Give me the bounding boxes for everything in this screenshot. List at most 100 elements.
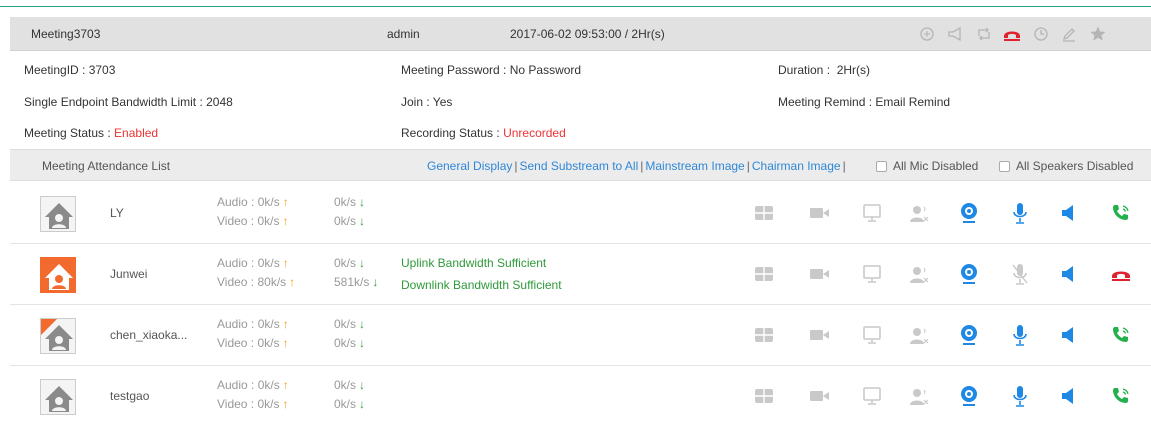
layout-icon[interactable] [751, 261, 777, 287]
zoom-icon[interactable] [916, 23, 938, 45]
info-row-2: Single Endpoint Bandwidth Limit : 2048 J… [10, 86, 1151, 118]
screen-icon[interactable] [859, 383, 885, 409]
join-status: Join : Yes [401, 95, 453, 109]
video-up: Video : 0k/s ↑ [217, 214, 289, 228]
speaker-user-icon[interactable] [906, 261, 932, 287]
avatar [40, 257, 76, 293]
participant-name: chen_xiaoka... [110, 328, 188, 342]
meeting-time: 2017-06-02 09:53:00 / 2Hr(s) [510, 27, 665, 41]
meeting-status-value: Enabled [114, 126, 159, 140]
loop-icon[interactable] [973, 23, 995, 45]
participant-row: testgao Audio : 0k/s ↑ Video : 0k/s ↑ 0k/s… [10, 366, 1151, 425]
attendance-bar: Meeting Attendance List General Display |… [10, 149, 1151, 181]
audio-down: 0k/s ↓ [334, 317, 366, 331]
display-links: General Display | Send Substream to All | Ma… [427, 159, 846, 173]
recording-status-value: Unrecorded [503, 126, 566, 140]
top-rule [0, 6, 1151, 7]
all-speakers-disabled-checkbox[interactable]: All Speakers Disabled [999, 159, 1133, 173]
audio-up: Audio : 0k/s ↑ [217, 317, 289, 331]
speaker-icon[interactable] [1056, 261, 1082, 287]
chairman-crown-icon [41, 319, 57, 335]
video-down: 0k/s ↓ [334, 214, 366, 228]
recording-status-label: Recording Status : [401, 126, 504, 140]
meeting-duration: Duration : 2Hr(s) [778, 63, 871, 77]
all-speakers-disabled-label: All Speakers Disabled [1016, 159, 1134, 173]
camera-icon[interactable] [807, 322, 833, 348]
hangup-icon[interactable] [1108, 261, 1134, 287]
speaker-icon[interactable] [1056, 383, 1082, 409]
video-up: Video : 0k/s ↑ [217, 397, 289, 411]
checkbox-box[interactable] [999, 160, 1010, 172]
audio-down: 0k/s ↓ [334, 195, 366, 209]
info-row-1: MeetingID : 3703 Meeting Password : No P… [10, 54, 1151, 86]
webcam-icon[interactable] [956, 383, 982, 409]
attendance-title: Meeting Attendance List [42, 159, 171, 173]
participant-name: LY [110, 206, 124, 220]
recording-status: Recording Status : Unrecorded [401, 126, 566, 140]
screen-icon[interactable] [859, 261, 885, 287]
star-icon[interactable] [1087, 23, 1109, 45]
speaker-user-icon[interactable] [906, 322, 932, 348]
screen-icon[interactable] [859, 200, 885, 226]
send-substream-link[interactable]: Send Substream to All [520, 159, 639, 173]
participant-name: Junwei [110, 267, 148, 281]
avatar [40, 196, 76, 232]
chairman-image-link[interactable]: Chairman Image [752, 159, 841, 173]
general-display-link[interactable]: General Display [427, 159, 512, 173]
audio-up: Audio : 0k/s ↑ [217, 195, 289, 209]
microphone-icon[interactable] [1007, 383, 1033, 409]
layout-icon[interactable] [751, 200, 777, 226]
meeting-id: MeetingID : 3703 [24, 63, 116, 77]
avatar [40, 379, 76, 415]
camera-icon[interactable] [807, 261, 833, 287]
info-row-3: Meeting Status : Enabled Recording Statu… [10, 117, 1151, 149]
speaker-user-icon[interactable] [906, 200, 932, 226]
phone-call-icon[interactable] [1108, 383, 1134, 409]
video-down: 0k/s ↓ [334, 397, 366, 411]
all-mic-disabled-label: All Mic Disabled [893, 159, 979, 173]
webcam-icon[interactable] [956, 200, 982, 226]
microphone-icon[interactable] [1007, 322, 1033, 348]
video-down: 0k/s ↓ [334, 336, 366, 350]
video-up: Video : 0k/s ↑ [217, 336, 289, 350]
webcam-icon[interactable] [956, 261, 982, 287]
meeting-title-bar: Meeting3703 admin 2017-06-02 09:53:00 / … [10, 17, 1151, 51]
audio-down: 0k/s ↓ [334, 378, 366, 392]
mainstream-image-link[interactable]: Mainstream Image [645, 159, 744, 173]
downlink-status: Downlink Bandwidth Sufficient [401, 278, 562, 292]
hangup-icon[interactable] [1001, 23, 1023, 45]
video-up: Video : 80k/s ↑ [217, 275, 296, 289]
edit-icon[interactable] [1058, 23, 1080, 45]
clock-icon[interactable] [1030, 23, 1052, 45]
camera-icon[interactable] [807, 200, 833, 226]
speaker-icon[interactable] [1056, 322, 1082, 348]
video-down: 581k/s ↓ [334, 275, 379, 289]
meeting-status-label: Meeting Status : [24, 126, 115, 140]
all-mic-disabled-checkbox[interactable]: All Mic Disabled [876, 159, 978, 173]
phone-call-icon[interactable] [1108, 200, 1134, 226]
webcam-icon[interactable] [956, 322, 982, 348]
meeting-status: Meeting Status : Enabled [24, 126, 158, 140]
megaphone-icon[interactable] [945, 23, 967, 45]
phone-call-icon[interactable] [1108, 322, 1134, 348]
audio-down: 0k/s ↓ [334, 256, 366, 270]
audio-up: Audio : 0k/s ↑ [217, 378, 289, 392]
participant-row: chen_xiaoka... Audio : 0k/s ↑ Video : 0k/… [10, 305, 1151, 366]
participant-name: testgao [110, 389, 150, 403]
participant-row: Junwei Audio : 0k/s ↑ Video : 80k/s ↑ 0k/s… [10, 244, 1151, 305]
meeting-remind: Meeting Remind : Email Remind [778, 95, 951, 109]
microphone-muted-icon[interactable] [1007, 261, 1033, 287]
bandwidth-limit: Single Endpoint Bandwidth Limit : 2048 [24, 95, 233, 109]
speaker-user-icon[interactable] [906, 383, 932, 409]
speaker-icon[interactable] [1056, 200, 1082, 226]
meeting-password: Meeting Password : No Password [401, 63, 582, 77]
screen-icon[interactable] [859, 322, 885, 348]
microphone-icon[interactable] [1007, 200, 1033, 226]
layout-icon[interactable] [751, 383, 777, 409]
audio-up: Audio : 0k/s ↑ [217, 256, 289, 270]
camera-icon[interactable] [807, 383, 833, 409]
checkbox-box[interactable] [876, 160, 887, 172]
layout-icon[interactable] [751, 322, 777, 348]
meeting-name: Meeting3703 [31, 27, 101, 41]
uplink-status: Uplink Bandwidth Sufficient [401, 256, 547, 270]
